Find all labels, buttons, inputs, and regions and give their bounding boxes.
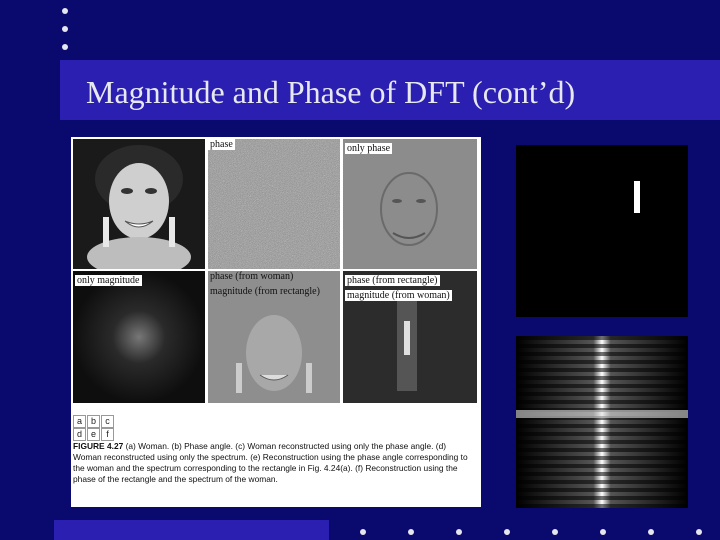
phase-rectangle-magnitude-woman-image: phase (from rectangle) magnitude (from w… <box>343 271 477 403</box>
label-phase-from-woman: phase (from woman) <box>210 271 294 282</box>
panel-letter: e <box>87 428 100 441</box>
decorative-dots-left <box>62 8 68 62</box>
woman-image <box>73 139 205 269</box>
rectangle-spectrum-image <box>516 336 688 508</box>
phase-angle-image: phase <box>208 139 340 269</box>
panel-letter: f <box>101 428 114 441</box>
label-only-phase: only phase <box>345 143 393 154</box>
phase-noise <box>208 139 340 269</box>
panel-letter-grid: abc def <box>73 415 115 441</box>
slide-title: Magnitude and Phase of DFT (cont’d) <box>86 74 576 110</box>
caption-text: (a) Woman. (b) Phase angle. (c) Woman re… <box>73 441 468 484</box>
label-magnitude-from-woman: magnitude (from woman) <box>345 290 452 301</box>
label-phase-from-rectangle: phase (from rectangle) <box>345 275 440 286</box>
white-rectangle <box>516 145 688 317</box>
panel-letter: a <box>73 415 86 428</box>
rectangle-spectrum <box>516 336 688 508</box>
phase-woman-magnitude-rectangle-image: phase (from woman) magnitude (from recta… <box>208 271 340 403</box>
panel-letter: b <box>87 415 100 428</box>
figure-caption: FIGURE 4.27 (a) Woman. (b) Phase angle. … <box>73 441 477 485</box>
rectangle-image <box>516 145 688 317</box>
label-magnitude-from-rectangle: magnitude (from rectangle) <box>210 286 320 297</box>
label-phase: phase <box>208 139 235 150</box>
only-phase-image: only phase <box>343 139 477 269</box>
only-phase-reconstruction <box>343 139 477 269</box>
caption-heading: FIGURE 4.27 <box>73 441 124 451</box>
only-magnitude-image: only magnitude <box>73 271 205 403</box>
only-magnitude-reconstruction <box>73 271 205 403</box>
figure-4-27: phase only phase only magnitude phase (f… <box>71 137 481 507</box>
panel-letter: c <box>101 415 114 428</box>
bottom-bar <box>54 520 329 540</box>
woman-portrait <box>73 139 205 269</box>
panel-letter: d <box>73 428 86 441</box>
label-only-magnitude: only magnitude <box>75 275 142 286</box>
